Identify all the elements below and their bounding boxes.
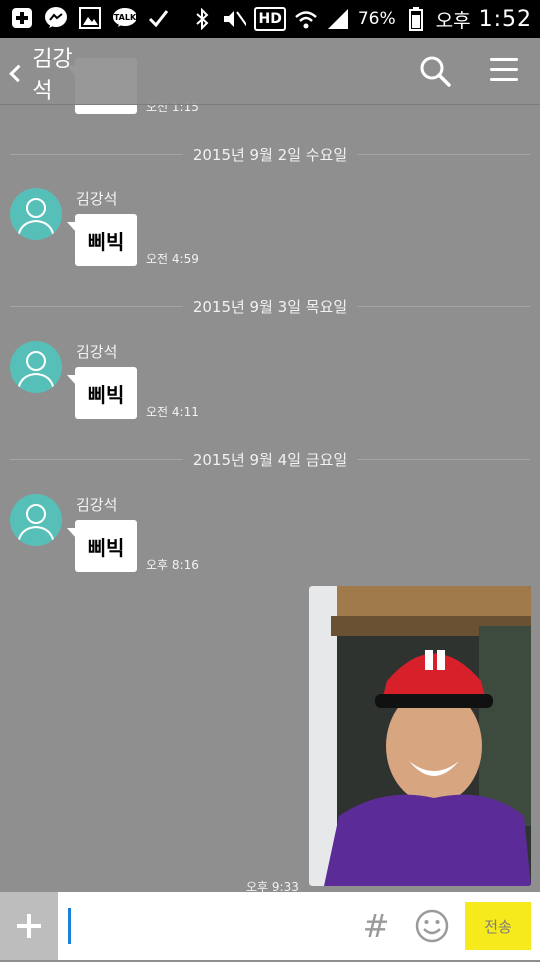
message-input[interactable] <box>58 892 362 962</box>
date-separator: 2015년 9월 4일 금요일 <box>10 449 530 469</box>
back-button[interactable]: 김강석 <box>8 47 88 104</box>
message-time: 오전 4:59 <box>146 252 199 266</box>
status-bar: TALK HD 76% 오후 1:52 <box>0 0 540 38</box>
chevron-left-icon <box>9 64 27 82</box>
message-time: 오후 8:16 <box>146 558 199 572</box>
gallery-icon <box>78 6 102 30</box>
system-icons: HD 76% 오후 1:52 <box>190 4 532 34</box>
chat-title: 김강석 <box>32 47 73 104</box>
date-label: 2015년 9월 3일 목요일 <box>192 297 348 316</box>
message-bubble[interactable]: 삐빅 <box>67 520 137 572</box>
date-label: 2015년 9월 2일 수요일 <box>192 145 348 164</box>
sender-name: 김강석 <box>76 496 118 514</box>
message-bubble[interactable]: 삐빅 <box>67 214 137 266</box>
signal-icon <box>326 7 350 31</box>
attach-button[interactable] <box>0 892 58 960</box>
send-button[interactable]: 전송 <box>465 902 531 950</box>
menu-button[interactable] <box>490 56 520 86</box>
message-bubble[interactable]: 삐빅 <box>67 367 137 419</box>
wifi-icon <box>294 7 318 31</box>
date-label: 2015년 9월 4일 금요일 <box>192 450 348 469</box>
avatar[interactable] <box>10 494 62 546</box>
emoji-button[interactable] <box>414 908 450 944</box>
messenger-icon <box>44 6 68 30</box>
smiley-icon <box>415 909 449 943</box>
battery-percent: 76% <box>357 9 396 29</box>
text-cursor <box>68 908 71 944</box>
avatar[interactable] <box>10 341 62 393</box>
chat-header: 김강석 <box>0 38 540 105</box>
message-time: 오전 4:11 <box>146 405 199 419</box>
svg-text:TALK: TALK <box>114 13 136 22</box>
search-icon <box>420 56 451 87</box>
message-time: 오후 9:33 <box>246 880 299 892</box>
mute-icon <box>222 7 247 31</box>
notification-icons: TALK <box>10 6 170 30</box>
chat-area[interactable]: 오전 1:15 2015년 9월 2일 수요일 김강석 삐빅 오전 4:59 2… <box>0 38 540 892</box>
search-button[interactable] <box>418 54 452 88</box>
sender-name: 김강석 <box>76 190 118 208</box>
date-separator: 2015년 9월 2일 수요일 <box>10 144 530 164</box>
ampm-label: 오후 <box>435 9 471 32</box>
talk-icon: TALK <box>112 6 136 30</box>
bluetooth-icon <box>190 7 214 31</box>
plus-box-icon <box>10 6 34 30</box>
avatar[interactable] <box>10 188 62 240</box>
photo-message[interactable] <box>309 586 531 886</box>
clock: 1:52 <box>478 6 532 32</box>
hd-icon: HD <box>254 7 286 31</box>
input-bar: # 전송 <box>0 892 540 962</box>
sender-name: 김강석 <box>76 343 118 361</box>
date-separator: 2015년 9월 3일 목요일 <box>10 296 530 316</box>
battery-icon <box>404 7 428 31</box>
check-icon <box>146 6 170 30</box>
hashtag-button[interactable]: # <box>360 906 392 946</box>
